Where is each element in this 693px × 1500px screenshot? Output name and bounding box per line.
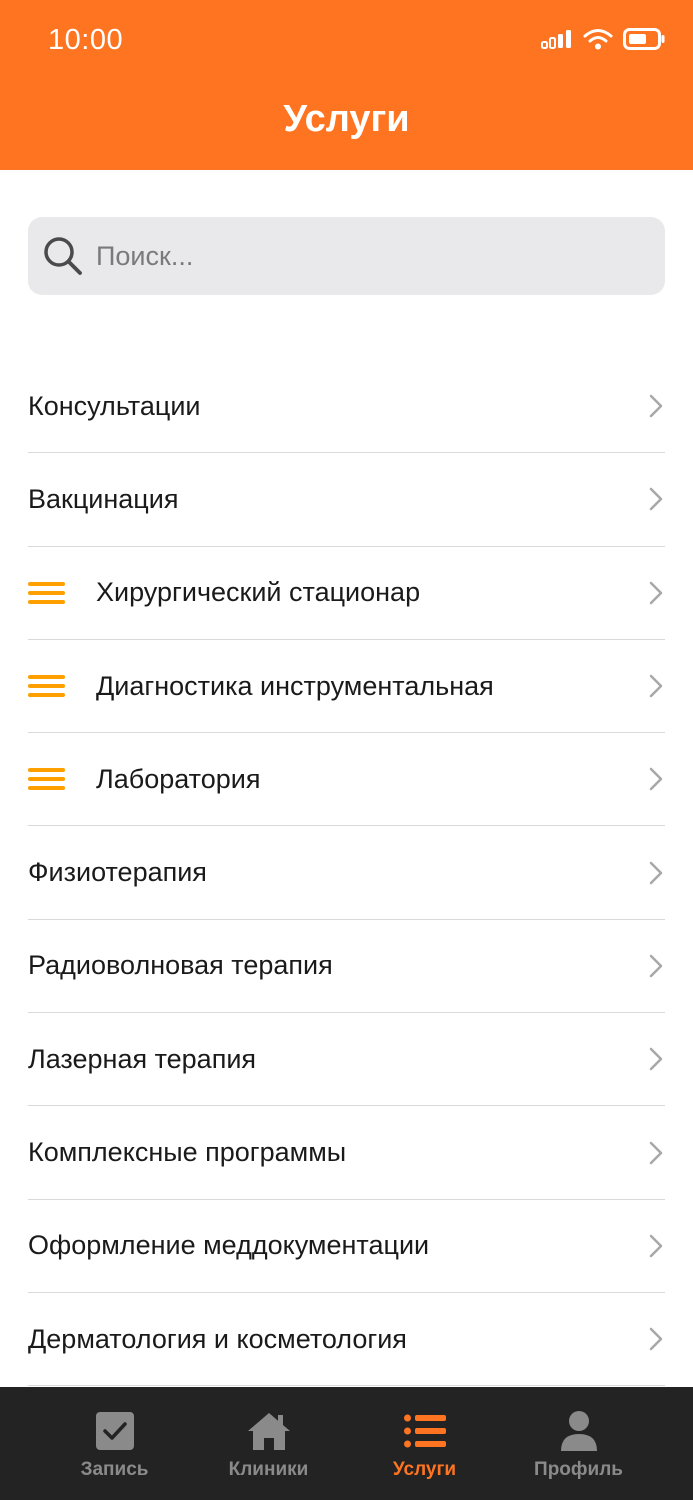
tab-label: Клиники xyxy=(228,1459,309,1480)
chevron-right-icon xyxy=(649,674,663,698)
chevron-right-icon xyxy=(649,581,663,604)
tab-label: Запись xyxy=(80,1459,149,1480)
services-list: Консультации Вакцинация Хирургический стац… xyxy=(28,360,665,1387)
tab-label: Услуги xyxy=(392,1459,457,1480)
search-icon xyxy=(44,237,82,275)
list-item-label: Хирургический стационар xyxy=(96,577,421,608)
chevron-right-icon xyxy=(649,1047,663,1071)
tab-label: Профиль xyxy=(534,1459,623,1480)
signal-icon xyxy=(541,30,571,49)
list-item[interactable]: Вакцинация xyxy=(28,453,665,547)
list-item-label: Диагностика инструментальная xyxy=(96,670,494,701)
tab-zapis[interactable]: Запись xyxy=(28,1387,201,1500)
drag-handle-icon[interactable] xyxy=(28,675,65,698)
page-title: Услуги xyxy=(283,98,410,140)
list-item-label: Физиотерапия xyxy=(28,857,207,888)
chevron-right-icon xyxy=(649,1141,663,1164)
list-item[interactable]: Дерматология и косметология xyxy=(28,1293,665,1387)
list-item[interactable]: Комплексные программы xyxy=(28,1106,665,1200)
person-icon xyxy=(560,1411,597,1451)
list-item[interactable]: Оформление меддокументации xyxy=(28,1200,665,1293)
app-header: 10:00 Услуги xyxy=(0,0,693,170)
list-item-label: Консультации xyxy=(28,390,201,421)
chevron-right-icon xyxy=(649,1327,663,1351)
status-time: 10:00 xyxy=(48,24,124,56)
list-item-label: Радиоволновая терапия xyxy=(28,950,333,981)
search-input[interactable] xyxy=(96,240,616,272)
tab-bar: Запись Клиники Услуги Профиль xyxy=(0,1387,693,1500)
list-item-label: Лазерная терапия xyxy=(28,1043,257,1074)
chevron-right-icon xyxy=(649,768,663,791)
drag-handle-icon[interactable] xyxy=(28,768,65,791)
chevron-right-icon xyxy=(649,488,663,511)
battery-icon xyxy=(623,28,665,50)
list-icon xyxy=(403,1414,446,1448)
home-icon xyxy=(247,1413,290,1450)
drag-handle-icon[interactable] xyxy=(28,581,65,604)
tab-profil[interactable]: Профиль xyxy=(492,1387,665,1500)
tab-kliniki[interactable]: Клиники xyxy=(182,1387,355,1500)
status-icons xyxy=(541,28,665,50)
list-item[interactable]: Лазерная терапия xyxy=(28,1013,665,1107)
chevron-right-icon xyxy=(649,1234,663,1258)
list-item[interactable]: Лаборатория xyxy=(28,733,665,827)
list-item[interactable]: Физиотерапия xyxy=(28,826,665,920)
list-item-label: Дерматология и косметология xyxy=(28,1323,407,1354)
checkbox-icon xyxy=(95,1412,134,1450)
list-item-label: Комплексные программы xyxy=(28,1137,347,1168)
list-item[interactable]: Хирургический стационар xyxy=(28,547,665,640)
search-bar[interactable] xyxy=(28,217,665,295)
chevron-right-icon xyxy=(649,954,663,978)
list-item-label: Вакцинация xyxy=(28,483,179,514)
chevron-right-icon xyxy=(649,861,663,884)
list-item[interactable]: Радиоволновая терапия xyxy=(28,920,665,1014)
tab-uslugi[interactable]: Услуги xyxy=(338,1387,511,1500)
wifi-icon xyxy=(583,29,613,50)
list-item-label: Оформление меддокументации xyxy=(28,1230,430,1261)
list-item[interactable]: Диагностика инструментальная xyxy=(28,640,665,734)
list-item-label: Лаборатория xyxy=(96,763,261,794)
list-item[interactable]: Консультации xyxy=(28,360,665,454)
chevron-right-icon xyxy=(649,394,663,418)
